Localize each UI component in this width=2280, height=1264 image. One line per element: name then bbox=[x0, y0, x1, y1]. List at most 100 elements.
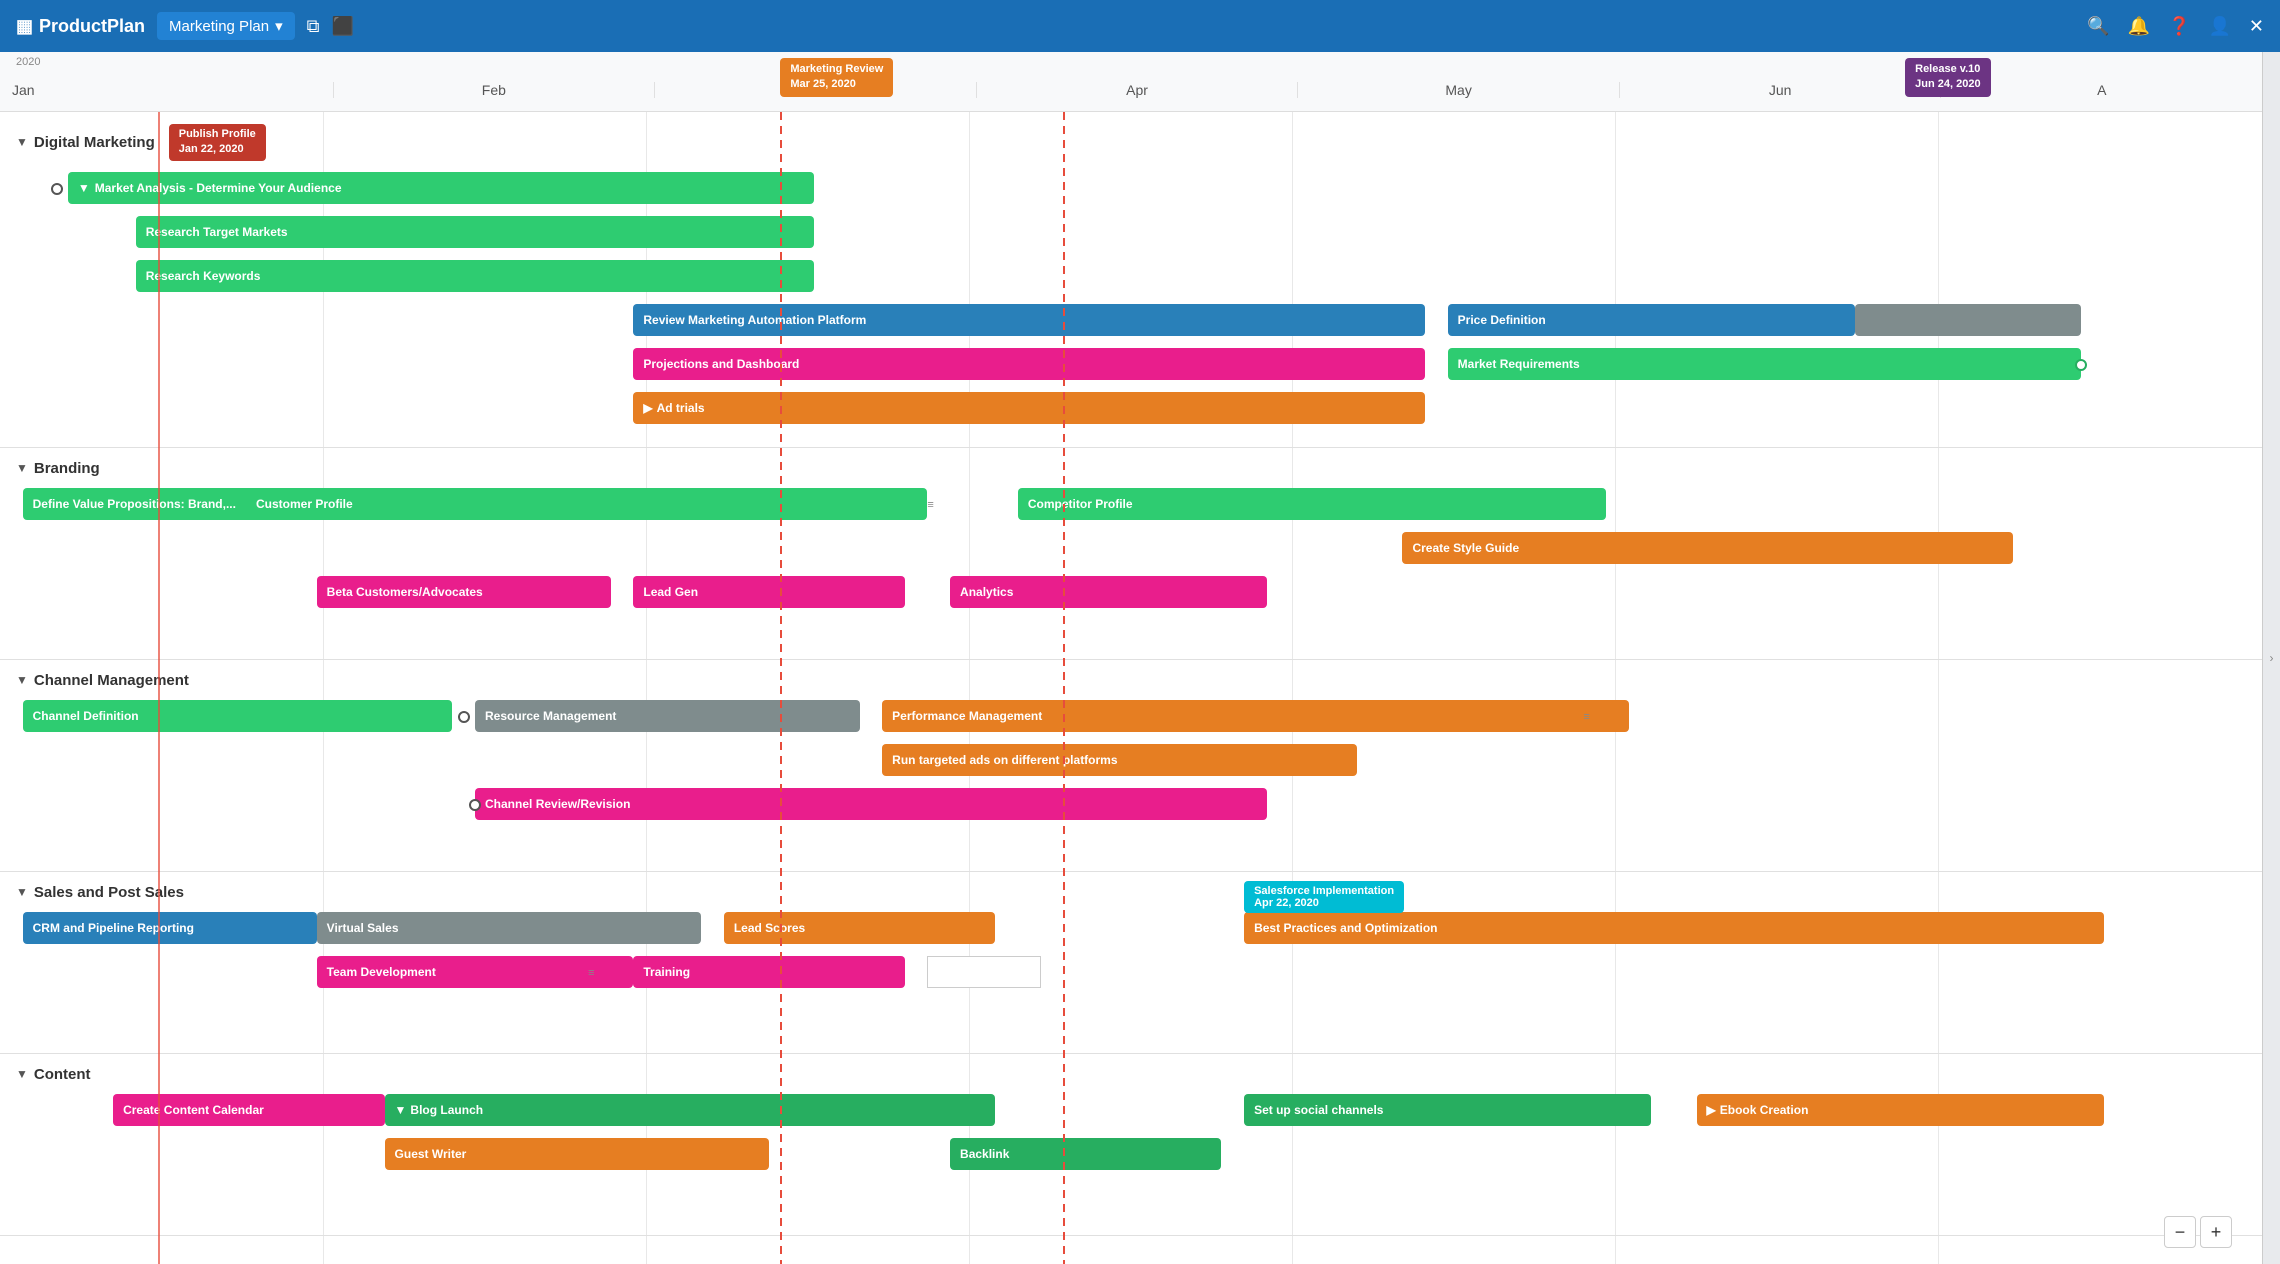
bar-lead-scores[interactable]: Lead Scores bbox=[724, 912, 995, 944]
chevron-icon: ▼ bbox=[16, 135, 28, 149]
bar-market-analysis[interactable]: ▼ Market Analysis - Determine Your Audie… bbox=[68, 172, 814, 204]
bar-row-guest-writer: Guest Writer Backlink bbox=[0, 1135, 2262, 1173]
question-icon[interactable]: ❓ bbox=[2168, 16, 2190, 37]
month-jan: Jan bbox=[0, 82, 333, 98]
chevron-right-icon: › bbox=[2270, 651, 2274, 665]
bar-crm-pipeline[interactable]: CRM and Pipeline Reporting bbox=[23, 912, 317, 944]
bar-training[interactable]: Training bbox=[633, 956, 904, 988]
plan-name: Marketing Plan bbox=[169, 18, 269, 35]
section-content: ▼ Content Create Content Calendar ▼ Blog… bbox=[0, 1054, 2262, 1236]
bar-row-crm: CRM and Pipeline Reporting Virtual Sales… bbox=[0, 909, 2262, 947]
bar-row-projections: Projections and Dashboard Market Require… bbox=[0, 345, 2262, 383]
bar-performance-management[interactable]: Performance Management bbox=[882, 700, 1628, 732]
bar-row-market-analysis: ▼ Market Analysis - Determine Your Audie… bbox=[0, 169, 2262, 207]
bar-row-review-marketing: Review Marketing Automation Platform Pri… bbox=[0, 301, 2262, 339]
bar-lead-gen[interactable]: Lead Gen bbox=[633, 576, 904, 608]
bar-ad-trials[interactable]: ▶ Ad trials bbox=[633, 392, 1425, 424]
chevron-icon: ▼ bbox=[16, 461, 28, 475]
bar-set-up-social-channels[interactable]: Set up social channels bbox=[1244, 1094, 1651, 1126]
bar-virtual-sales[interactable]: Virtual Sales bbox=[317, 912, 702, 944]
bar-market-requirements[interactable]: Market Requirements bbox=[1448, 348, 2081, 380]
zoom-controls: − + bbox=[2164, 1216, 2232, 1248]
section-label: Channel Management bbox=[34, 672, 189, 689]
copy-icon[interactable]: ⧉ bbox=[307, 16, 320, 37]
bar-backlink[interactable]: Backlink bbox=[950, 1138, 1221, 1170]
section-title-channel-management: ▼ Channel Management bbox=[0, 668, 2262, 697]
section-title-content: ▼ Content bbox=[0, 1062, 2262, 1091]
bar-row-team-dev: Team Development ≡ Training bbox=[0, 953, 2262, 991]
section-channel-management: ▼ Channel Management Channel Definition … bbox=[0, 660, 2262, 872]
section-label: Sales and Post Sales bbox=[34, 884, 184, 901]
circle-marker-3 bbox=[458, 711, 470, 723]
bar-row-content-calendar: Create Content Calendar ▼ Blog Launch Se… bbox=[0, 1091, 2262, 1129]
bar-blog-launch[interactable]: ▼ Blog Launch bbox=[385, 1094, 996, 1126]
search-icon[interactable]: 🔍 bbox=[2087, 16, 2109, 37]
bar-run-targeted-ads[interactable]: Run targeted ads on different platforms bbox=[882, 744, 1357, 776]
timeline-area: 2020 Jan Feb Mar Apr May Jun A Marketing… bbox=[0, 52, 2262, 1264]
plan-selector[interactable]: Marketing Plan ▾ bbox=[157, 12, 295, 40]
publish-profile-badge: Publish ProfileJan 22, 2020 bbox=[169, 124, 266, 161]
section-title-branding: ▼ Branding bbox=[0, 456, 2262, 485]
placeholder-box bbox=[927, 956, 1040, 988]
grid-icon: ▦ bbox=[16, 16, 33, 37]
user-icon[interactable]: 👤 bbox=[2208, 16, 2230, 37]
bar-review-marketing-automation[interactable]: Review Marketing Automation Platform bbox=[633, 304, 1425, 336]
bar-competitor-profile[interactable]: Competitor Profile bbox=[1018, 488, 1606, 520]
bar-define-value-propositions[interactable]: Define Value Propositions: Brand,... Cus… bbox=[23, 488, 928, 520]
zoom-out-button[interactable]: − bbox=[2164, 1216, 2196, 1248]
section-branding: ▼ Branding Define Value Propositions: Br… bbox=[0, 448, 2262, 660]
brand-logo: ▦ ProductPlan bbox=[16, 16, 145, 37]
bar-channel-review[interactable]: Channel Review/Revision bbox=[475, 788, 1267, 820]
bar-analytics[interactable]: Analytics bbox=[950, 576, 1267, 608]
month-may: May bbox=[1297, 82, 1619, 98]
section-digital-marketing: ▼ Digital Marketing Publish ProfileJan 2… bbox=[0, 112, 2262, 448]
bar-projections-dashboard[interactable]: Projections and Dashboard bbox=[633, 348, 1425, 380]
bar-beta-customers[interactable]: Beta Customers/Advocates bbox=[317, 576, 611, 608]
bar-guest-writer[interactable]: Guest Writer bbox=[385, 1138, 770, 1170]
chevron-icon: ▼ bbox=[16, 885, 28, 899]
bar-channel-definition[interactable]: Channel Definition bbox=[23, 700, 453, 732]
bar-row-define-value: Define Value Propositions: Brand,... Cus… bbox=[0, 485, 2262, 523]
month-feb: Feb bbox=[333, 82, 655, 98]
bar-ebook-creation[interactable]: ▶ Ebook Creation bbox=[1697, 1094, 2104, 1126]
circle-marker-4 bbox=[469, 799, 481, 811]
bar-create-style-guide[interactable]: Create Style Guide bbox=[1402, 532, 2013, 564]
bell-icon[interactable]: 🔔 bbox=[2128, 16, 2150, 37]
section-title-sales: ▼ Sales and Post Sales bbox=[0, 880, 2262, 909]
chevron-icon: ▼ bbox=[16, 1067, 28, 1081]
sidebar-collapse-handle[interactable]: › bbox=[2262, 52, 2280, 1264]
branding-bars: Define Value Propositions: Brand,... Cus… bbox=[0, 485, 2262, 645]
channel-management-bars: Channel Definition Resource Management P… bbox=[0, 697, 2262, 857]
bar-best-practices[interactable]: Best Practices and Optimization bbox=[1244, 912, 2104, 944]
bar-research-keywords[interactable]: Research Keywords bbox=[136, 260, 815, 292]
milestone-marketing-review: Marketing ReviewMar 25, 2020 bbox=[780, 58, 893, 97]
chevron-icon: ▼ bbox=[78, 181, 90, 195]
content-bars: Create Content Calendar ▼ Blog Launch Se… bbox=[0, 1091, 2262, 1221]
bar-price-definition[interactable]: Price Definition bbox=[1448, 304, 1855, 336]
bar-price-definition-ext[interactable] bbox=[1855, 304, 2081, 336]
expand-icon: ▶ bbox=[643, 401, 652, 415]
section-label: Content bbox=[34, 1066, 91, 1083]
brand-name: ProductPlan bbox=[39, 16, 145, 37]
bar-research-target-markets[interactable]: Research Target Markets bbox=[136, 216, 815, 248]
main-area: 2020 Jan Feb Mar Apr May Jun A Marketing… bbox=[0, 52, 2280, 1264]
save-icon[interactable]: ⬛ bbox=[331, 16, 353, 37]
bar-row-channel-review: Channel Review/Revision bbox=[0, 785, 2262, 823]
month-apr: Apr bbox=[976, 82, 1298, 98]
section-sales-post-sales: ▼ Sales and Post Sales Salesforce Implem… bbox=[0, 872, 2262, 1054]
bar-row-channel-definition: Channel Definition Resource Management P… bbox=[0, 697, 2262, 735]
zoom-in-button[interactable]: + bbox=[2200, 1216, 2232, 1248]
bar-row-research-keywords: Research Keywords bbox=[0, 257, 2262, 295]
close-icon[interactable]: ✕ bbox=[2249, 16, 2264, 37]
expand-icon: ▶ bbox=[1707, 1103, 1716, 1117]
chevron-icon: ▼ bbox=[395, 1103, 407, 1117]
circle-marker-2 bbox=[2075, 359, 2087, 371]
chevron-icon: ▼ bbox=[16, 673, 28, 687]
bar-create-content-calendar[interactable]: Create Content Calendar bbox=[113, 1094, 384, 1126]
bar-team-development[interactable]: Team Development bbox=[317, 956, 634, 988]
section-label: Branding bbox=[34, 460, 100, 477]
bar-row-run-targeted-ads: Run targeted ads on different platforms bbox=[0, 741, 2262, 779]
bar-resource-management[interactable]: Resource Management bbox=[475, 700, 860, 732]
top-navigation: ▦ ProductPlan Marketing Plan ▾ ⧉ ⬛ 🔍 🔔 ❓… bbox=[0, 0, 2280, 52]
section-label: Digital Marketing bbox=[34, 134, 155, 151]
